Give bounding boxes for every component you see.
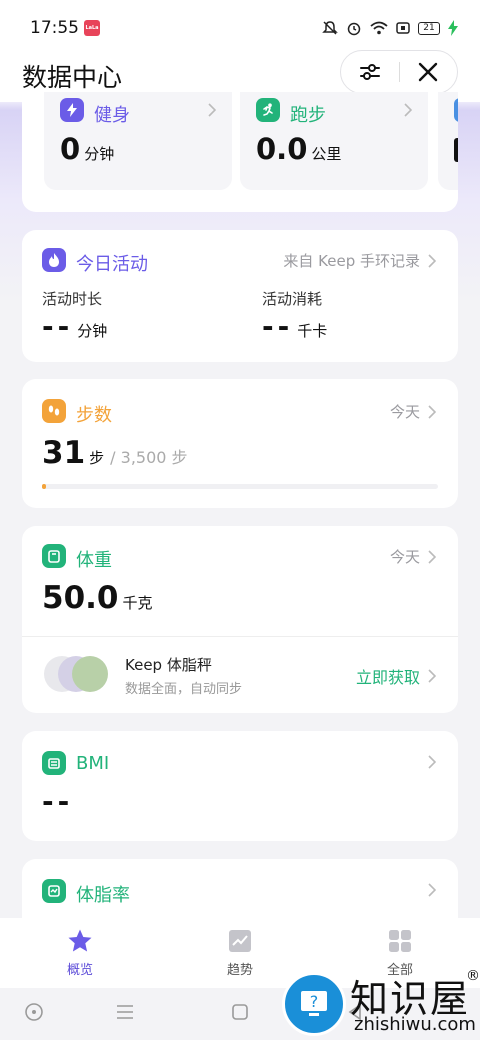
weight-value: 50.0 千克 [42,580,153,616]
steps-number: 31 [42,435,86,471]
battery-icon: 21 [418,21,440,35]
grid-icon [389,930,411,952]
tab-overview[interactable]: 概览 [0,918,160,988]
scale-product-image [44,654,114,694]
activity-source[interactable]: 来自 Keep 手环记录 [283,250,436,271]
charging-icon [448,20,458,36]
chevron-right-icon [428,253,436,268]
footprints-icon [42,399,66,423]
bmi-icon [42,751,66,775]
sim-icon [396,22,410,34]
fitness-tile[interactable]: 健身 0 分钟 [44,92,232,190]
tile-value-partial [454,138,458,162]
weight-number: 50.0 [42,580,119,616]
get-now-button[interactable]: 立即获取 [356,664,436,688]
alarm-icon [347,22,361,36]
weight-unit: 千克 [122,594,153,612]
chevron-right-icon [428,755,436,769]
steps-progress-track [42,484,438,489]
bolt-icon [60,98,84,122]
activity-card[interactable]: 今日活动 来自 Keep 手环记录 活动时长 -- 分钟 活动消耗 -- 千卡 [22,230,458,362]
menu-button[interactable] [115,1002,135,1022]
star-icon [68,929,92,952]
chevron-right-icon [428,883,436,897]
weight-title: 体重 [76,550,112,571]
chevron-right-icon [404,102,413,121]
chevron-right-icon [208,102,217,121]
steps-card[interactable]: 步数 今天 31 步 / 3,500 步 [22,379,458,508]
steps-date-text: 今天 [389,403,420,421]
steps-progress-fill [42,484,46,489]
sliders-icon [360,63,380,80]
svg-text:?: ? [310,992,319,1011]
assistant-button[interactable] [24,1002,44,1022]
wifi-icon [370,21,388,35]
bmi-value: -- [42,785,74,818]
running-label: 跑步 [290,105,326,126]
fitness-value-number: 0 [60,132,81,166]
weight-date-text: 今天 [389,548,420,566]
steps-goal: / 3,500 步 [110,448,188,467]
tab-overview-label: 概览 [66,963,93,978]
status-time: 17:55 [30,18,79,38]
weight-date: 今天 [390,546,436,567]
status-icons: 21 [322,18,458,38]
watermark-question-icon: ? [282,972,346,1036]
steps-value: 31 步 / 3,500 步 [42,435,188,471]
summary-card: 健身 0 分钟 跑步 0.0 公里 [22,92,458,212]
promo-title: Keep 体脂秤 [125,656,212,674]
fitness-unit: 分钟 [84,145,115,163]
calories-unit: 千卡 [297,322,328,340]
chevron-right-icon [428,669,436,683]
bmi-card[interactable]: BMI -- [22,731,458,841]
calories-value: -- 千卡 [262,310,327,343]
bmi-title: BMI [76,753,110,774]
more-tile[interactable] [438,92,458,190]
home-button[interactable] [230,1002,250,1022]
bodyfat-chevron [428,883,436,897]
close-icon [418,62,438,81]
fitness-label: 健身 [94,105,130,126]
steps-unit: 步 [89,449,105,467]
duration-unit: 分钟 [77,322,108,340]
running-unit: 公里 [311,145,342,163]
watermark-registered: ® [466,968,480,984]
mute-icon [322,21,338,35]
running-value-number: 0.0 [256,132,308,166]
app-logo-icon: LaLa [84,20,100,36]
chevron-right-icon [428,404,436,419]
chevron-right-icon [428,549,436,564]
calories-label: 活动消耗 [262,290,323,308]
activity-source-text: 来自 Keep 手环记录 [283,252,420,270]
filter-button[interactable] [341,51,399,92]
running-value: 0.0 公里 [256,132,341,166]
page-title: 数据中心 [22,63,123,92]
bodyfat-title: 体脂率 [76,885,130,906]
bodyfat-icon [42,879,66,903]
bmi-chevron [428,755,436,769]
watermark-logo: ? 知识屋 ® zhishiwu.com [280,968,480,1038]
running-tile[interactable]: 跑步 0.0 公里 [240,92,428,190]
close-button[interactable] [399,51,457,92]
weight-card[interactable]: 体重 今天 50.0 千克 Keep 体脂秤 数据全面，自动同步 立即获取 [22,526,458,713]
calories-number: -- [262,310,294,343]
duration-number: -- [42,310,74,343]
header-actions [340,50,458,94]
tile-icon-partial [454,98,458,122]
divider [22,636,458,637]
promo-subtitle: 数据全面，自动同步 [125,682,243,697]
duration-value: -- 分钟 [42,310,107,343]
activity-title: 今日活动 [76,254,148,275]
steps-title: 步数 [76,405,112,426]
get-now-label: 立即获取 [355,668,420,687]
watermark-url: zhishiwu.com [354,1014,476,1035]
flame-icon [42,248,66,272]
steps-date: 今天 [390,401,436,422]
fitness-value: 0 分钟 [60,132,114,166]
duration-label: 活动时长 [42,290,103,308]
scale-icon [42,544,66,568]
runner-icon [256,98,280,122]
trend-chart-icon [229,930,251,952]
